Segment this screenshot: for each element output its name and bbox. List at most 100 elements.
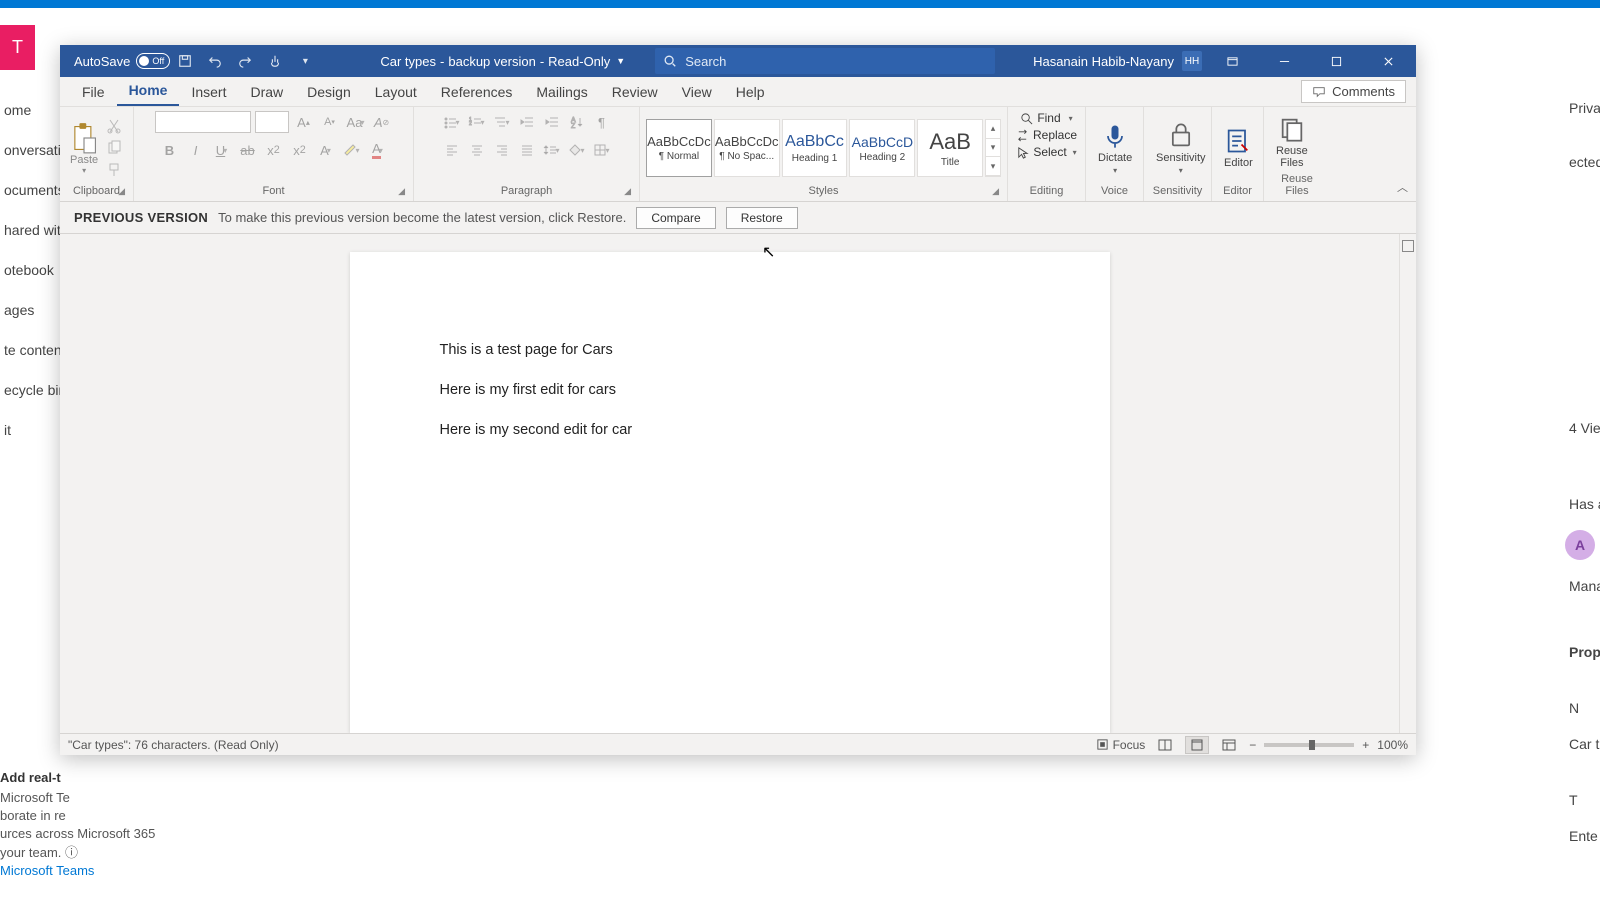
tab-references[interactable]: References — [429, 78, 525, 106]
highlight-icon[interactable]: ▾ — [341, 139, 363, 161]
vertical-scrollbar[interactable] — [1399, 234, 1416, 733]
align-left-icon[interactable] — [441, 139, 463, 161]
undo-icon[interactable] — [204, 50, 226, 72]
document-area[interactable]: ↖ This is a test page for Cars Here is m… — [60, 234, 1399, 733]
multilevel-icon[interactable]: ▾ — [491, 111, 513, 133]
increase-indent-icon[interactable] — [541, 111, 563, 133]
tab-insert[interactable]: Insert — [179, 78, 238, 106]
ribbon-display-icon[interactable] — [1210, 45, 1254, 77]
sort-icon[interactable]: AZ — [566, 111, 588, 133]
show-marks-icon[interactable]: ¶ — [591, 111, 613, 133]
zoom-in-button[interactable]: + — [1362, 738, 1369, 752]
collapse-ribbon-icon[interactable]: ︿ — [1397, 179, 1408, 195]
copy-icon[interactable] — [106, 140, 122, 156]
document-page[interactable]: This is a test page for Cars Here is my … — [350, 252, 1110, 733]
redo-icon[interactable] — [234, 50, 256, 72]
web-layout-icon[interactable] — [1217, 736, 1241, 754]
bullets-icon[interactable]: ▾ — [441, 111, 463, 133]
font-color-icon[interactable]: A▾ — [367, 139, 389, 161]
bg-left-nav: omeonversatioocuments hared withotebooka… — [0, 90, 60, 450]
tab-design[interactable]: Design — [295, 78, 363, 106]
bold-icon[interactable]: B — [159, 139, 181, 161]
launcher-icon[interactable]: ◢ — [624, 186, 631, 197]
borders-icon[interactable]: ▾ — [591, 139, 613, 161]
tab-help[interactable]: Help — [724, 78, 777, 106]
editor-button[interactable]: Editor — [1218, 125, 1259, 171]
decrease-indent-icon[interactable] — [516, 111, 538, 133]
subscript-icon[interactable]: x2 — [263, 139, 285, 161]
previous-version-bar: PREVIOUS VERSION To make this previous v… — [60, 202, 1416, 234]
user-avatar-icon[interactable]: HH — [1182, 51, 1202, 71]
text-effects-icon[interactable]: A▾ — [315, 139, 337, 161]
select-button[interactable]: Select▾ — [1016, 145, 1076, 159]
zoom-out-button[interactable]: − — [1249, 738, 1256, 752]
replace-button[interactable]: Replace — [1016, 128, 1077, 142]
shrink-font-icon[interactable]: A▾ — [319, 111, 341, 133]
launcher-icon[interactable]: ◢ — [398, 186, 405, 197]
close-button[interactable] — [1366, 45, 1410, 77]
save-icon[interactable] — [174, 50, 196, 72]
clear-formatting-icon[interactable]: A⊘ — [371, 111, 393, 133]
style-heading-2[interactable]: AaBbCcDHeading 2 — [849, 119, 915, 177]
styles-gallery[interactable]: AaBbCcDc¶ Normal AaBbCcDc¶ No Spac... Aa… — [646, 111, 1001, 185]
shading-icon[interactable]: ▾ — [566, 139, 588, 161]
search-input[interactable]: Search — [655, 48, 995, 74]
tab-mailings[interactable]: Mailings — [524, 78, 599, 106]
underline-icon[interactable]: U▾ — [211, 139, 233, 161]
align-center-icon[interactable] — [466, 139, 488, 161]
font-group-label: Font — [262, 185, 284, 197]
autosave-toggle[interactable]: Off — [136, 53, 170, 69]
tab-review[interactable]: Review — [600, 78, 670, 106]
tab-home[interactable]: Home — [117, 76, 180, 106]
qat-customize-icon[interactable]: ▾ — [294, 50, 316, 72]
zoom-level[interactable]: 100% — [1377, 738, 1408, 752]
bg-right-pane: Private ected 4 Vie Has a A Mana Prop N … — [1565, 90, 1600, 854]
tab-draw[interactable]: Draw — [238, 78, 295, 106]
dictate-button[interactable]: Dictate▾ — [1092, 120, 1138, 177]
launcher-icon[interactable]: ◢ — [992, 186, 999, 197]
italic-icon[interactable]: I — [185, 139, 207, 161]
focus-button[interactable]: Focus — [1096, 738, 1146, 752]
read-mode-icon[interactable] — [1153, 736, 1177, 754]
font-size-input[interactable] — [255, 111, 289, 133]
tab-layout[interactable]: Layout — [363, 78, 429, 106]
sensitivity-button[interactable]: Sensitivity▾ — [1150, 120, 1212, 177]
align-right-icon[interactable] — [491, 139, 513, 161]
style-no-spacing[interactable]: AaBbCcDc¶ No Spac... — [714, 119, 780, 177]
chevron-down-icon[interactable]: ▼ — [616, 56, 625, 66]
maximize-button[interactable] — [1314, 45, 1358, 77]
view-ruler-icon[interactable] — [1402, 240, 1414, 252]
superscript-icon[interactable]: x2 — [289, 139, 311, 161]
change-case-icon[interactable]: Aa▾ — [345, 111, 367, 133]
launcher-icon[interactable]: ◢ — [118, 186, 125, 197]
print-layout-icon[interactable] — [1185, 736, 1209, 754]
justify-icon[interactable] — [516, 139, 538, 161]
font-name-input[interactable] — [155, 111, 251, 133]
styles-scroll[interactable]: ▴▾▾ — [985, 119, 1001, 177]
paragraph-2[interactable]: Here is my first edit for cars — [440, 382, 1020, 398]
paste-button[interactable]: Paste▾ — [66, 120, 102, 177]
paragraph-3[interactable]: Here is my second edit for car — [440, 422, 1020, 438]
grow-font-icon[interactable]: A▴ — [293, 111, 315, 133]
strikethrough-icon[interactable]: ab — [237, 139, 259, 161]
find-button[interactable]: Find▾ — [1020, 111, 1072, 125]
zoom-slider[interactable] — [1264, 743, 1354, 747]
cut-icon[interactable] — [106, 118, 122, 134]
numbering-icon[interactable]: 12▾ — [466, 111, 488, 133]
format-painter-icon[interactable] — [106, 162, 122, 178]
restore-button[interactable]: Restore — [726, 207, 798, 229]
touch-mode-icon[interactable] — [264, 50, 286, 72]
ribbon: Paste▾ Clipboard◢ A▴ A▾ Aa▾ A⊘ — [60, 107, 1416, 202]
tab-view[interactable]: View — [670, 78, 724, 106]
style-normal[interactable]: AaBbCcDc¶ Normal — [646, 119, 712, 177]
style-title[interactable]: AaBTitle — [917, 119, 983, 177]
tab-file[interactable]: File — [70, 78, 117, 106]
word-window: AutoSave Off ▾ Car types - backup versio… — [60, 45, 1416, 755]
minimize-button[interactable] — [1262, 45, 1306, 77]
comments-button[interactable]: Comments — [1301, 80, 1406, 103]
line-spacing-icon[interactable]: ▾ — [541, 139, 563, 161]
reuse-files-button[interactable]: Reuse Files — [1270, 113, 1314, 171]
compare-button[interactable]: Compare — [636, 207, 715, 229]
paragraph-1[interactable]: This is a test page for Cars — [440, 342, 1020, 358]
style-heading-1[interactable]: AaBbCcHeading 1 — [782, 119, 848, 177]
